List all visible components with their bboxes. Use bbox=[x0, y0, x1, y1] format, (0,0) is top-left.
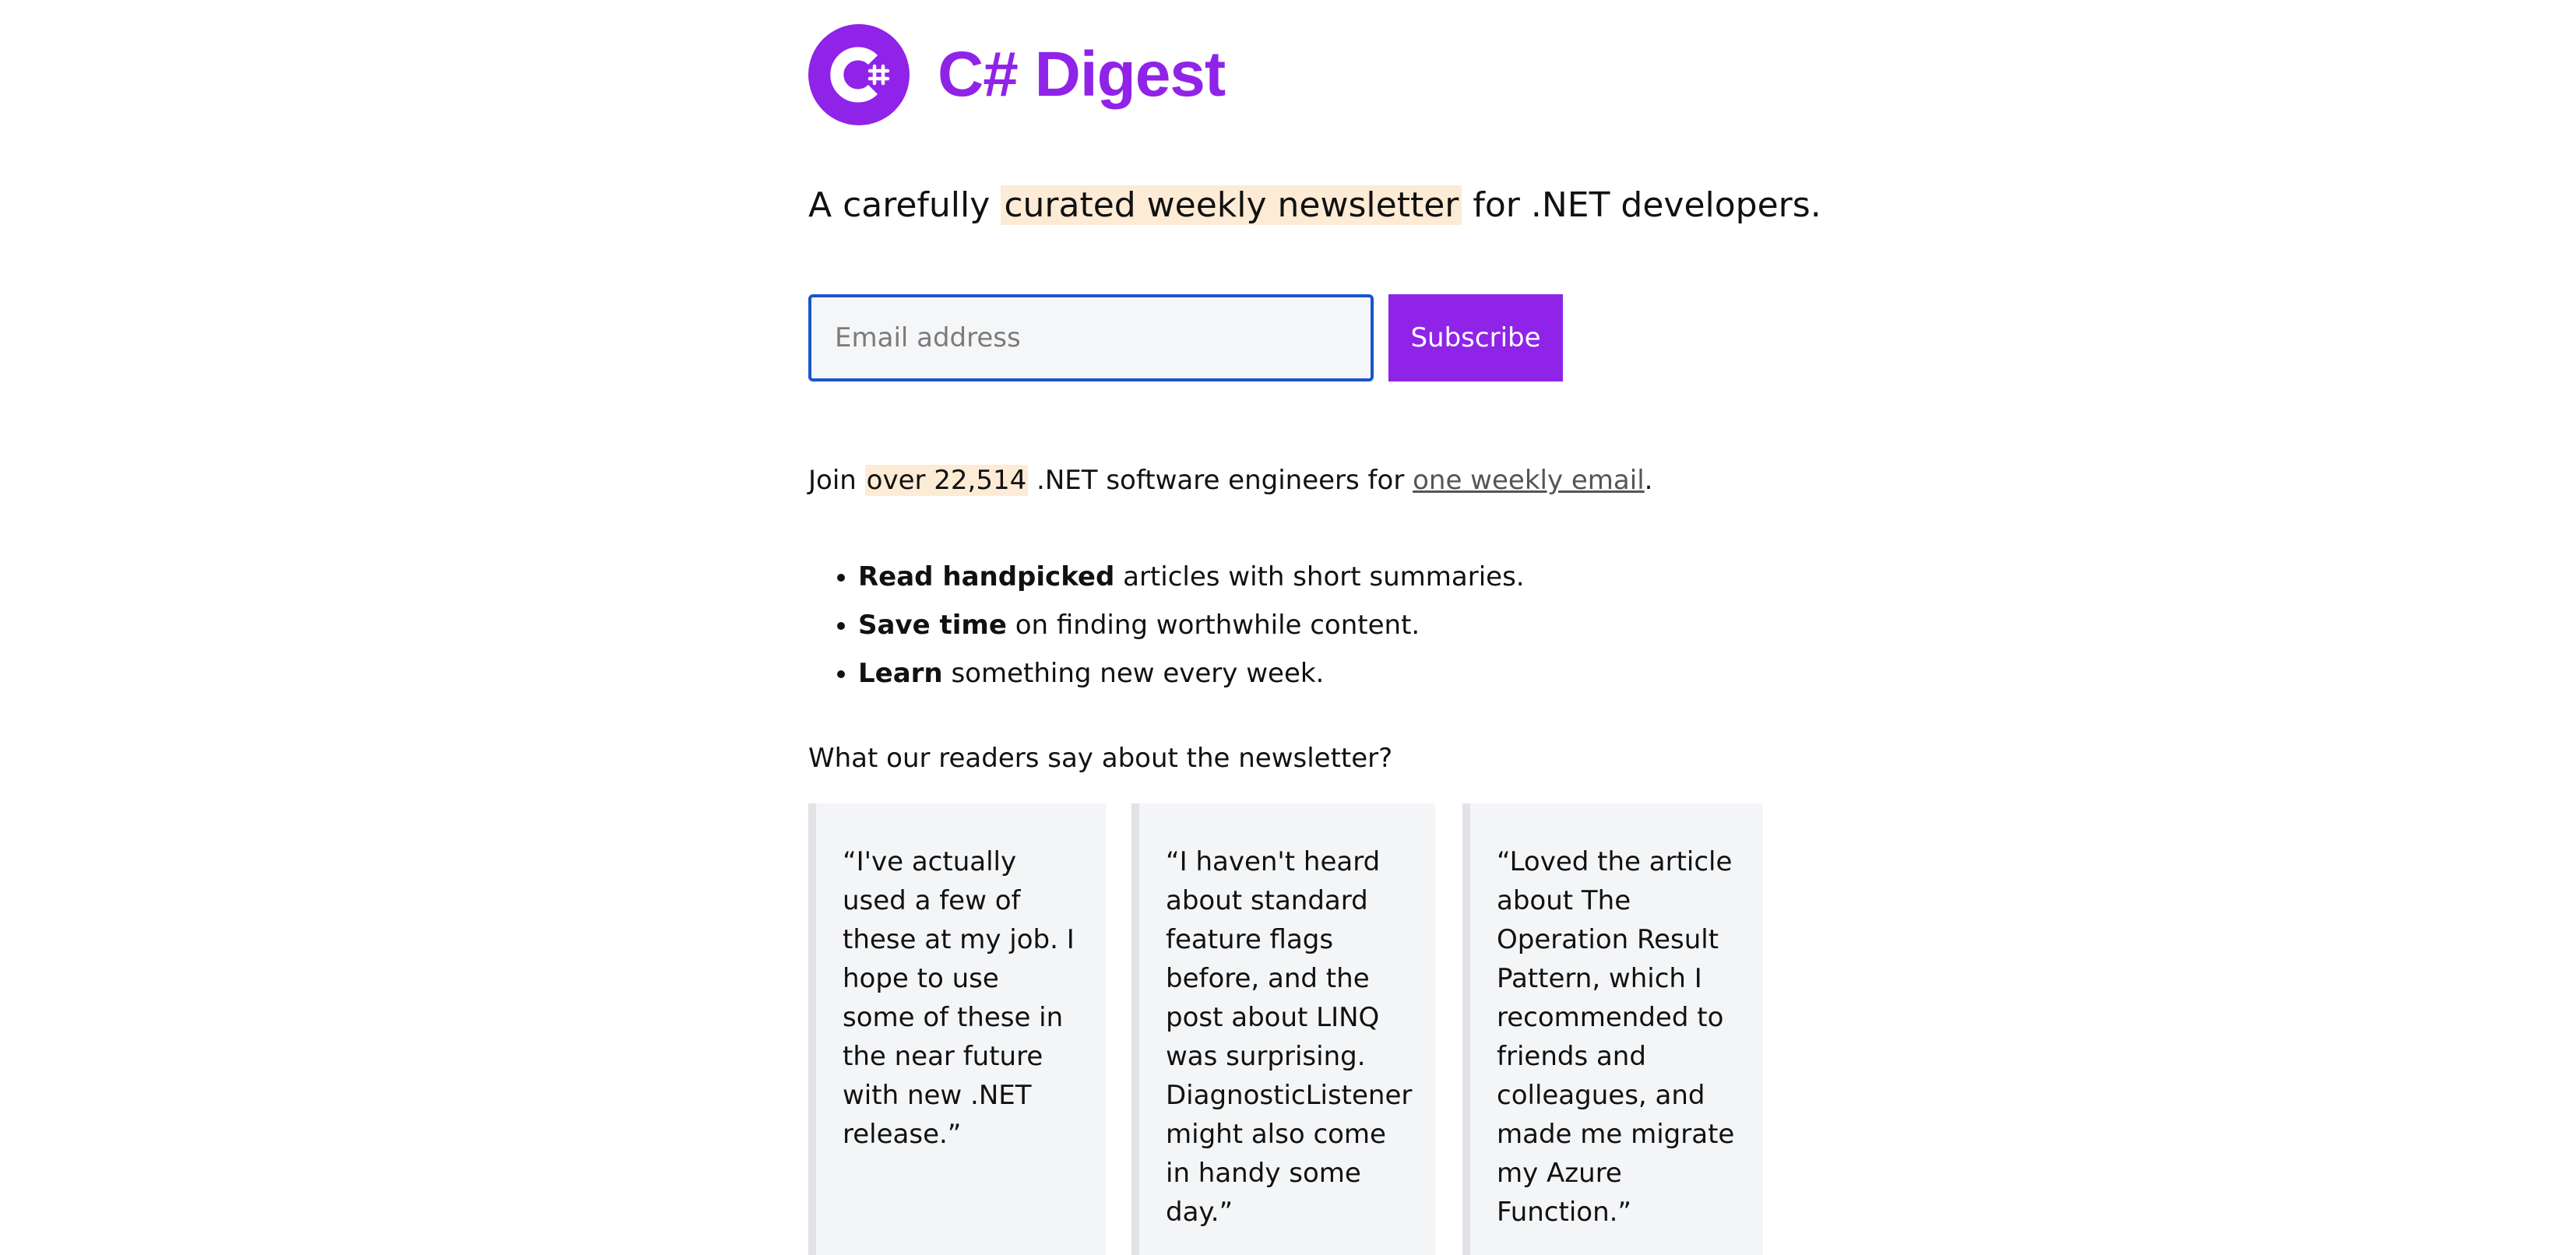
join-middle: .NET software engineers for bbox=[1036, 465, 1405, 496]
site-title: C# Digest bbox=[938, 39, 1226, 110]
tagline-after: for .NET developers. bbox=[1473, 185, 1821, 225]
testimonials-heading: What our readers say about the newslette… bbox=[808, 743, 1393, 774]
csharp-logo-icon bbox=[808, 24, 910, 125]
join-suffix: . bbox=[1644, 465, 1653, 496]
email-input[interactable] bbox=[808, 294, 1374, 381]
benefits-list: Read handpicked articles with short summ… bbox=[808, 553, 1525, 698]
benefit-bold: Learn bbox=[858, 658, 943, 689]
testimonial-card: “I haven't heard about standard feature … bbox=[1131, 803, 1435, 1255]
testimonial-quote: “Loved the article about The Operation R… bbox=[1497, 846, 1735, 1228]
subscribe-form: Subscribe bbox=[808, 294, 1563, 381]
benefit-text: on finding worthwhile content. bbox=[1015, 610, 1420, 641]
tagline-before: A carefully bbox=[808, 185, 991, 225]
benefit-item: Read handpicked articles with short summ… bbox=[858, 553, 1525, 601]
testimonial-card: “Loved the article about The Operation R… bbox=[1462, 803, 1763, 1255]
subscriber-count: over 22,514 bbox=[864, 465, 1029, 496]
benefit-text: something new every week. bbox=[951, 658, 1325, 689]
benefit-bold: Read handpicked bbox=[858, 561, 1115, 592]
weekly-email-link[interactable]: one weekly email bbox=[1413, 465, 1645, 496]
tagline-highlight: curated weekly newsletter bbox=[1001, 185, 1462, 225]
testimonial-quote: “I haven't heard about standard feature … bbox=[1166, 846, 1413, 1228]
testimonial-card: “I've actually used a few of these at my… bbox=[808, 803, 1106, 1255]
join-prefix: Join bbox=[808, 465, 857, 496]
brand-header: C# Digest bbox=[808, 24, 1226, 125]
benefit-item: Save time on finding worthwhile content. bbox=[858, 601, 1525, 649]
benefit-item: Learn something new every week. bbox=[858, 649, 1525, 698]
subscribe-button[interactable]: Subscribe bbox=[1388, 294, 1563, 381]
benefit-bold: Save time bbox=[858, 610, 1007, 641]
tagline: A carefully curated weekly newsletter fo… bbox=[808, 181, 1821, 230]
testimonial-quote: “I've actually used a few of these at my… bbox=[843, 846, 1075, 1150]
subscriber-count-line: Join over 22,514 .NET software engineers… bbox=[808, 461, 1652, 500]
benefit-text: articles with short summaries. bbox=[1123, 561, 1525, 592]
